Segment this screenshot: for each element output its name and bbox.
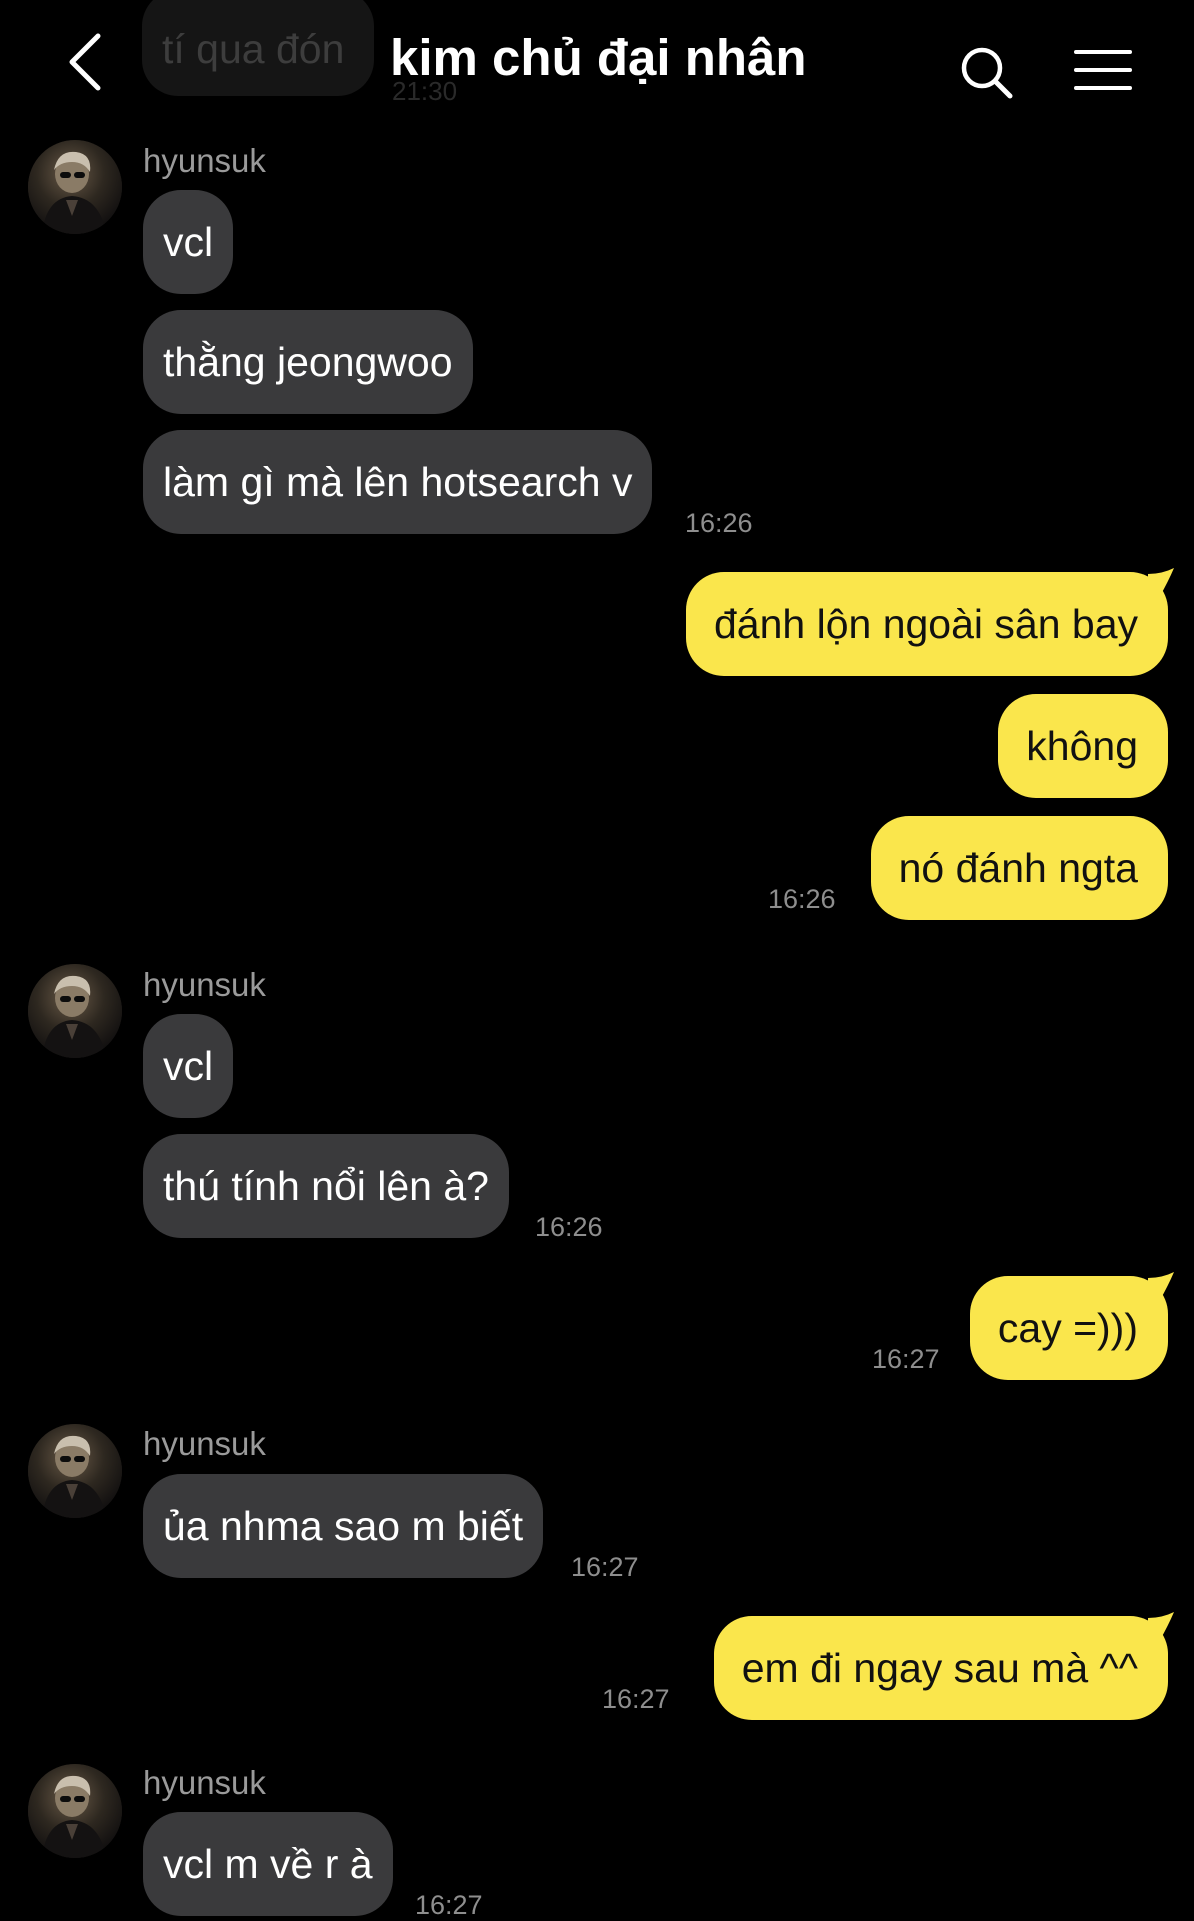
outgoing-message-text: cay =))) bbox=[997, 1305, 1138, 1351]
avatar[interactable] bbox=[28, 140, 122, 234]
avatar[interactable] bbox=[28, 1424, 122, 1518]
message-timestamp: 16:26 bbox=[768, 884, 836, 914]
incoming-message[interactable]: vcl bbox=[143, 190, 234, 294]
avatar[interactable] bbox=[28, 964, 122, 1058]
incoming-message[interactable]: làm gì mà lên hotsearch v bbox=[143, 430, 653, 534]
incoming-message[interactable]: thú tính nổi lên à? bbox=[143, 1134, 509, 1238]
search-icon bbox=[961, 47, 1013, 99]
bubble-tail bbox=[1148, 568, 1176, 602]
menu-button[interactable] bbox=[1072, 46, 1134, 94]
sender-name: hyunsuk bbox=[143, 966, 266, 1003]
chat-title: kim chủ đại nhân bbox=[390, 29, 807, 86]
outgoing-message[interactable]: cay =))) bbox=[969, 1276, 1168, 1380]
outgoing-message[interactable]: không bbox=[998, 694, 1168, 798]
message-timestamp: 16:27 bbox=[415, 1890, 483, 1920]
bubble-tail bbox=[1148, 1612, 1176, 1646]
incoming-message[interactable]: ủa nhma sao m biết bbox=[143, 1474, 544, 1578]
outgoing-message[interactable]: đánh lộn ngoài sân bay bbox=[685, 572, 1168, 676]
sender-name: hyunsuk bbox=[143, 1764, 266, 1801]
previous-message-text: tí qua đón bbox=[162, 26, 345, 72]
outgoing-message-text: nó đánh ngta bbox=[898, 845, 1138, 891]
incoming-message[interactable]: vcl m về r à bbox=[143, 1812, 393, 1916]
search-button[interactable] bbox=[958, 44, 1016, 102]
message-timestamp: 16:27 bbox=[571, 1552, 639, 1582]
chat-header: tí qua đón 21:30 kim chủ đại nhân bbox=[0, 0, 1194, 128]
back-button[interactable] bbox=[58, 28, 118, 96]
message-timestamp: 16:26 bbox=[685, 508, 753, 538]
sender-name: hyunsuk bbox=[143, 142, 266, 179]
message-timestamp: 16:27 bbox=[872, 1344, 940, 1374]
outgoing-message-text: không bbox=[1026, 723, 1138, 769]
incoming-message[interactable]: vcl bbox=[143, 1014, 234, 1118]
sender-name: hyunsuk bbox=[143, 1425, 266, 1462]
chevron-left-icon bbox=[69, 33, 101, 91]
incoming-message[interactable]: thằng jeongwoo bbox=[143, 310, 473, 414]
outgoing-message-text: đánh lộn ngoài sân bay bbox=[713, 601, 1138, 647]
outgoing-message-text: em đi ngay sau mà ^^ bbox=[741, 1645, 1138, 1691]
avatar[interactable] bbox=[28, 1764, 122, 1858]
outgoing-message[interactable]: em đi ngay sau mà ^^ bbox=[713, 1616, 1168, 1720]
bubble-tail bbox=[1148, 1272, 1176, 1306]
outgoing-message[interactable]: nó đánh ngta bbox=[870, 816, 1168, 920]
message-timestamp: 16:26 bbox=[535, 1212, 603, 1242]
message-timestamp: 16:27 bbox=[602, 1684, 670, 1714]
menu-icon bbox=[1074, 50, 1132, 90]
